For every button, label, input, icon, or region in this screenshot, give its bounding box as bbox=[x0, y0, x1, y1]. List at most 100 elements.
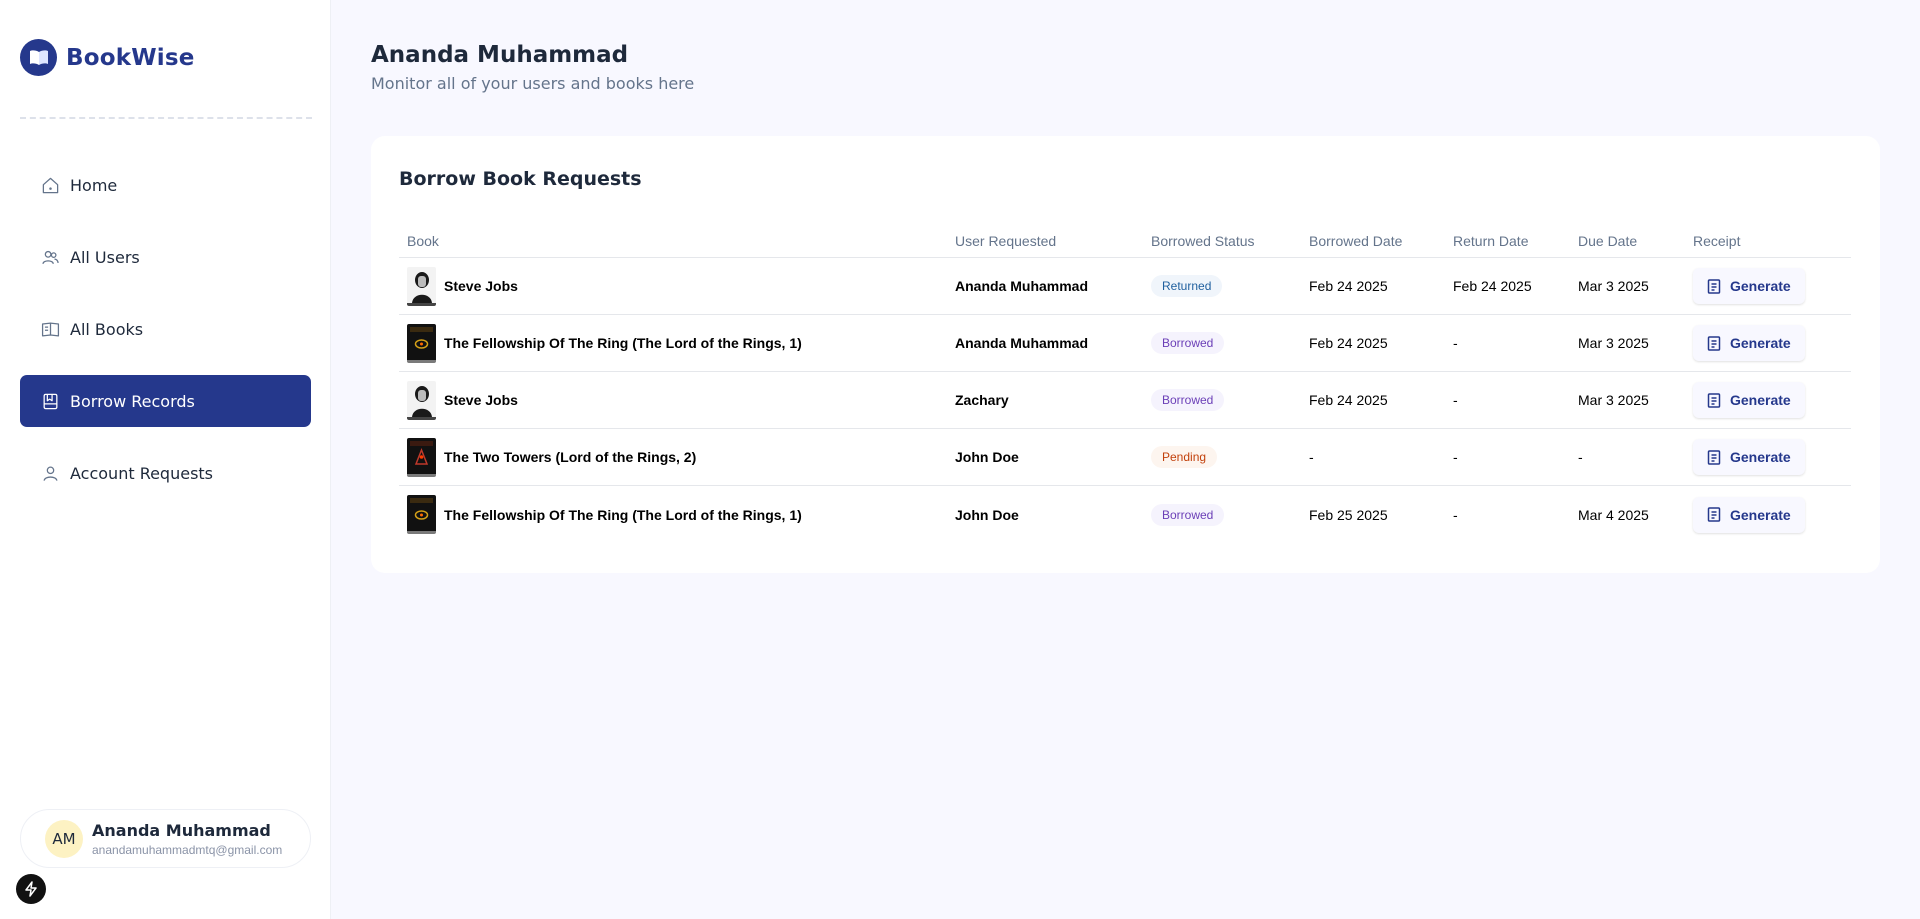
due-date: Mar 4 2025 bbox=[1578, 506, 1649, 523]
receipt-icon bbox=[1707, 449, 1721, 465]
book-cell: The Two Towers (Lord of the Rings, 2) bbox=[399, 437, 947, 477]
generate-label: Generate bbox=[1730, 506, 1791, 523]
generate-label: Generate bbox=[1730, 392, 1791, 408]
sidebar-item-label: Home bbox=[70, 175, 118, 195]
current-user-card[interactable]: AM Ananda Muhammad anandamuhammadmtq@gma… bbox=[20, 809, 311, 868]
book-title: Steve Jobs bbox=[444, 392, 518, 408]
receipt-cell: Generate bbox=[1685, 268, 1851, 304]
user-requested: John Doe bbox=[955, 449, 1019, 465]
column-header-status: Borrowed Status bbox=[1151, 232, 1255, 249]
column-header-due-date: Due Date bbox=[1578, 232, 1638, 249]
due-date: Mar 3 2025 bbox=[1578, 392, 1649, 408]
sidebar-item-all-books[interactable]: All Books bbox=[20, 303, 311, 355]
return-date: - bbox=[1453, 335, 1458, 351]
sidebar: BookWise Home All Users All Books Borrow… bbox=[0, 0, 331, 919]
sidebar-item-label: Account Requests bbox=[70, 463, 214, 483]
page-subtitle: Monitor all of your users and books here bbox=[371, 74, 695, 93]
user-requested: Ananda Muhammad bbox=[955, 278, 1089, 294]
borrowed-date: Feb 24 2025 bbox=[1309, 392, 1388, 408]
user-requested: Ananda Muhammad bbox=[955, 335, 1089, 351]
generate-receipt-button[interactable]: Generate bbox=[1693, 325, 1805, 361]
borrowed-date: Feb 25 2025 bbox=[1309, 506, 1388, 523]
generate-receipt-button[interactable]: Generate bbox=[1693, 382, 1805, 418]
column-header-borrowed-date: Borrowed Date bbox=[1309, 232, 1403, 249]
borrow-requests-card: Borrow Book Requests Book User Requested… bbox=[371, 136, 1880, 573]
receipt-cell: Generate bbox=[1685, 382, 1851, 418]
status-cell: Borrowed bbox=[1143, 332, 1301, 354]
users-icon bbox=[40, 247, 60, 267]
book-cover bbox=[407, 495, 436, 534]
avatar: AM bbox=[45, 819, 83, 858]
book-title: The Fellowship Of The Ring (The Lord of … bbox=[444, 335, 802, 351]
lightning-icon[interactable] bbox=[16, 874, 46, 904]
generate-label: Generate bbox=[1730, 449, 1791, 465]
sidebar-item-home[interactable]: Home bbox=[20, 159, 311, 211]
book-cell: The Fellowship Of The Ring (The Lord of … bbox=[399, 323, 947, 363]
borrowed-date: Feb 24 2025 bbox=[1309, 278, 1388, 294]
generate-receipt-button[interactable]: Generate bbox=[1693, 496, 1805, 533]
receipt-cell: Generate bbox=[1685, 496, 1851, 533]
due-date: Mar 3 2025 bbox=[1578, 335, 1649, 351]
book-open-icon bbox=[40, 319, 60, 339]
status-badge: Borrowed bbox=[1151, 332, 1225, 354]
book-cover bbox=[407, 266, 436, 306]
due-date: Mar 3 2025 bbox=[1578, 278, 1649, 294]
generate-receipt-button[interactable]: Generate bbox=[1693, 268, 1805, 304]
status-cell: Borrowed bbox=[1143, 503, 1301, 526]
status-badge: Returned bbox=[1151, 275, 1223, 297]
user-info: Ananda Muhammad anandamuhammadmtq@gmail.… bbox=[92, 821, 282, 857]
column-header-book: Book bbox=[407, 232, 439, 249]
app-name: BookWise bbox=[66, 44, 195, 71]
borrow-requests-table: Book User Requested Borrowed Status Borr… bbox=[399, 224, 1851, 543]
table-header: Book User Requested Borrowed Status Borr… bbox=[399, 224, 1851, 258]
column-header-receipt: Receipt bbox=[1693, 232, 1741, 249]
user-name: Ananda Muhammad bbox=[92, 820, 271, 840]
table-row[interactable]: The Two Towers (Lord of the Rings, 2) Jo… bbox=[399, 429, 1851, 486]
sidebar-item-borrow-records[interactable]: Borrow Records bbox=[20, 375, 311, 427]
status-badge: Pending bbox=[1151, 446, 1218, 468]
table-row[interactable]: Steve Jobs Zachary Borrowed Feb 24 2025 … bbox=[399, 372, 1851, 429]
page-title: Ananda Muhammad bbox=[371, 42, 629, 68]
card-title: Borrow Book Requests bbox=[399, 168, 642, 190]
book-cover bbox=[407, 380, 436, 420]
return-date: - bbox=[1453, 392, 1458, 408]
column-header-user: User Requested bbox=[955, 232, 1057, 249]
book-title: Steve Jobs bbox=[444, 278, 518, 294]
book-cover bbox=[407, 437, 436, 477]
sidebar-divider bbox=[20, 117, 312, 119]
receipt-icon bbox=[1707, 507, 1721, 522]
column-header-return-date: Return Date bbox=[1453, 232, 1529, 249]
receipt-icon bbox=[1707, 392, 1721, 408]
status-cell: Borrowed bbox=[1143, 389, 1301, 411]
return-date: Feb 24 2025 bbox=[1453, 278, 1532, 294]
sidebar-item-label: All Users bbox=[70, 247, 140, 267]
book-logo-icon bbox=[20, 39, 57, 76]
sidebar-item-label: All Books bbox=[70, 319, 144, 339]
due-date: - bbox=[1578, 449, 1583, 465]
user-email: anandamuhammadmtq@gmail.com bbox=[92, 842, 283, 857]
book-cell: Steve Jobs bbox=[399, 266, 947, 306]
sidebar-item-account-requests[interactable]: Account Requests bbox=[20, 447, 311, 499]
table-row[interactable]: The Fellowship Of The Ring (The Lord of … bbox=[399, 486, 1851, 543]
receipt-icon bbox=[1707, 335, 1721, 351]
return-date: - bbox=[1453, 506, 1458, 523]
book-cell: The Fellowship Of The Ring (The Lord of … bbox=[399, 495, 947, 534]
book-title: The Two Towers (Lord of the Rings, 2) bbox=[444, 449, 697, 465]
receipt-cell: Generate bbox=[1685, 439, 1851, 475]
generate-label: Generate bbox=[1730, 278, 1791, 294]
borrowed-date: - bbox=[1309, 449, 1314, 465]
table-row[interactable]: The Fellowship Of The Ring (The Lord of … bbox=[399, 315, 1851, 372]
user-requested: Zachary bbox=[955, 392, 1009, 408]
sidebar-item-label: Borrow Records bbox=[70, 391, 195, 411]
app-logo[interactable]: BookWise bbox=[20, 39, 195, 76]
user-requested: John Doe bbox=[955, 506, 1019, 523]
generate-receipt-button[interactable]: Generate bbox=[1693, 439, 1805, 475]
table-row[interactable]: Steve Jobs Ananda Muhammad Returned Feb … bbox=[399, 258, 1851, 315]
status-cell: Returned bbox=[1143, 275, 1301, 297]
status-cell: Pending bbox=[1143, 446, 1301, 468]
sidebar-item-all-users[interactable]: All Users bbox=[20, 231, 311, 283]
page-header: Ananda Muhammad Monitor all of your user… bbox=[371, 42, 694, 93]
bookmark-box-icon bbox=[40, 391, 60, 411]
receipt-icon bbox=[1707, 278, 1721, 294]
borrowed-date: Feb 24 2025 bbox=[1309, 335, 1388, 351]
